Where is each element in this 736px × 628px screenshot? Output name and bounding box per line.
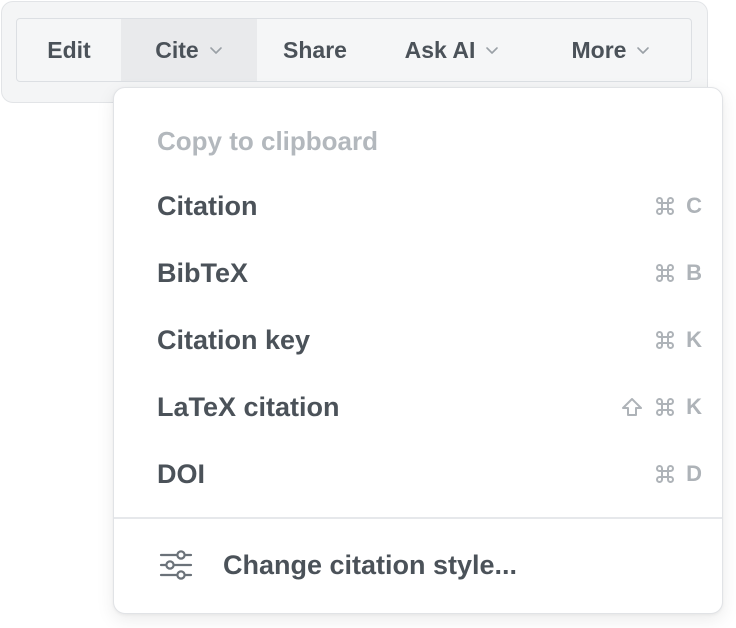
command-icon — [654, 329, 676, 351]
chevron-down-icon — [485, 43, 499, 57]
shortcut-key: B — [686, 260, 702, 285]
chevron-down-icon — [636, 43, 650, 57]
edit-button-label: Edit — [47, 36, 91, 63]
shortcut: C — [654, 176, 702, 236]
command-icon — [654, 463, 676, 485]
menu-item-label: LaTeX citation — [157, 392, 340, 422]
menu-divider — [114, 517, 722, 519]
ask-ai-button[interactable]: Ask AI — [373, 19, 531, 81]
command-icon — [654, 262, 676, 284]
cite-button-label: Cite — [155, 36, 199, 63]
shortcut: D — [654, 444, 702, 504]
shift-icon — [620, 396, 644, 418]
ask-ai-button-label: Ask AI — [404, 36, 476, 63]
menu-item-bibtex[interactable]: BibTeX B — [114, 243, 722, 303]
share-button-label: Share — [283, 36, 347, 63]
menu-item-citation-key[interactable]: Citation key K — [114, 310, 722, 370]
chevron-down-icon — [209, 43, 223, 57]
shortcut: B — [654, 243, 702, 303]
share-button[interactable]: Share — [257, 19, 373, 81]
change-citation-style-label: Change citation style... — [223, 550, 518, 580]
more-button[interactable]: More — [531, 19, 691, 81]
menu-item-label: BibTeX — [157, 258, 249, 288]
app-stage: Edit Cite Share Ask AI More Copy to clip… — [0, 0, 736, 628]
cite-button[interactable]: Cite — [121, 19, 257, 81]
command-icon — [654, 396, 676, 418]
edit-button[interactable]: Edit — [17, 19, 121, 81]
shortcut: K — [654, 310, 702, 370]
section-label: Copy to clipboard — [157, 126, 378, 156]
shortcut: K — [620, 377, 702, 437]
shortcut-key: D — [686, 461, 702, 486]
cite-dropdown-menu: Copy to clipboard Citation C BibTeX B Ci… — [113, 87, 723, 614]
shortcut-key: C — [686, 193, 702, 218]
shortcut-key: K — [686, 394, 702, 419]
shortcut-key: K — [686, 327, 702, 352]
more-button-label: More — [571, 36, 627, 63]
menu-item-label: Citation key — [157, 325, 311, 355]
menu-item-doi[interactable]: DOI D — [114, 444, 722, 504]
menu-item-label: Citation — [157, 191, 258, 221]
menu-item-label: DOI — [157, 459, 206, 489]
toolbar: Edit Cite Share Ask AI More — [16, 18, 692, 82]
change-citation-style-button[interactable]: Change citation style... — [114, 534, 722, 596]
menu-item-latex-citation[interactable]: LaTeX citation K — [114, 377, 722, 437]
command-icon — [654, 195, 676, 217]
sliders-icon — [159, 550, 193, 580]
menu-item-citation[interactable]: Citation C — [114, 176, 722, 236]
